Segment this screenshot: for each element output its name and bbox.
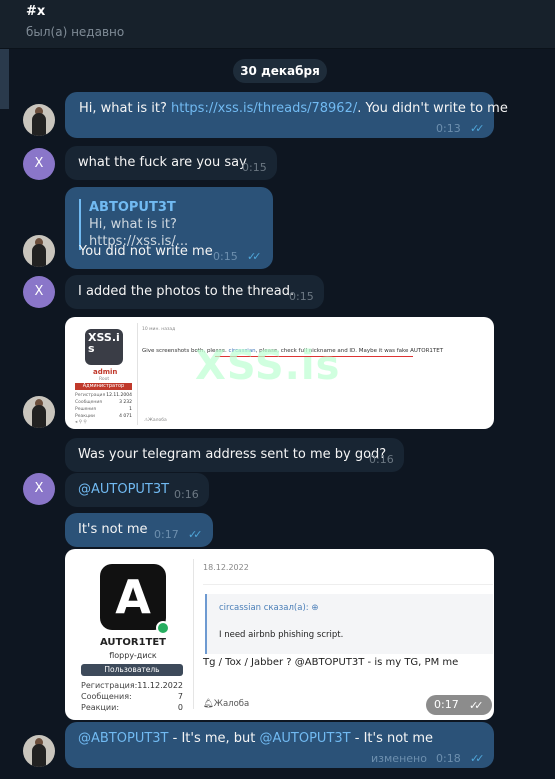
divider bbox=[193, 559, 194, 709]
profile-user-title: floppy-диск bbox=[109, 651, 157, 660]
watermark: XSS.is bbox=[195, 343, 341, 389]
thread-link[interactable]: https://xss.is/threads/78962/ bbox=[171, 101, 357, 116]
read-checkmarks-icon: ✓✓ bbox=[470, 122, 485, 135]
read-checkmarks-icon: ✓✓ bbox=[188, 528, 203, 541]
message-text: what the fuck are you say bbox=[78, 155, 247, 170]
admin-title: Root bbox=[99, 377, 110, 382]
share-icons: ◂ ⚲ ⚲ bbox=[75, 420, 87, 425]
arrow-up-icon: ⊕ bbox=[311, 603, 319, 613]
online-indicator bbox=[156, 621, 170, 635]
forum-logo-icon: XSS.is bbox=[85, 329, 123, 365]
quote-block: circassian сказал(а): ⊕ I need airbnb ph… bbox=[205, 594, 493, 654]
message-bubble-incoming[interactable]: @AUTOPUT3T 0:16 bbox=[65, 473, 209, 507]
date-separator: 30 декабря bbox=[233, 59, 327, 83]
message-bubble-outgoing[interactable]: @ABTOPUT3T - It's me, but @AUTOPUT3T - I… bbox=[65, 722, 494, 768]
profile-role-badge: Пользователь bbox=[81, 664, 183, 676]
chat-header[interactable]: #x был(а) недавно bbox=[0, 0, 555, 49]
mention-link[interactable]: @ABTOPUT3T bbox=[78, 731, 169, 746]
media-time-badge: 0:17 bbox=[426, 695, 492, 715]
chat-area[interactable]: 30 декабря Hi, what is it? https://xss.i… bbox=[0, 49, 555, 779]
self-avatar[interactable] bbox=[23, 104, 55, 136]
message-text: @ABTOPUT3T - It's me, but @AUTOPUT3T - I… bbox=[78, 731, 434, 746]
message-time: 0:15 bbox=[213, 250, 238, 263]
divider bbox=[203, 584, 493, 585]
contact-avatar[interactable]: X bbox=[23, 276, 55, 308]
message-time: 0:16 bbox=[369, 453, 394, 466]
message-bubble-incoming[interactable]: I added the photos to the thread. 0:15 bbox=[65, 275, 324, 309]
admin-username: admin bbox=[93, 368, 118, 376]
self-avatar[interactable] bbox=[23, 735, 55, 767]
message-time: 0:17 bbox=[154, 528, 179, 541]
message-text: Was your telegram address sent to me by … bbox=[78, 447, 387, 462]
profile-username: AUTOR1TET bbox=[100, 637, 167, 648]
reply-author: ABTOPUT3T bbox=[89, 200, 176, 215]
scrollbar-thumb[interactable] bbox=[0, 49, 9, 109]
contact-avatar[interactable]: X bbox=[23, 148, 55, 180]
divider bbox=[137, 323, 138, 425]
chat-status: был(а) недавно bbox=[26, 25, 125, 39]
message-bubble-incoming[interactable]: what the fuck are you say 0:15 bbox=[65, 146, 277, 180]
message-time: 0:18 bbox=[436, 752, 461, 765]
post-date: 18.12.2022 bbox=[203, 563, 249, 572]
edited-label: изменено bbox=[371, 752, 427, 765]
message-text: You did not write me bbox=[79, 244, 213, 259]
read-checkmarks-icon: ✓✓ bbox=[247, 250, 262, 263]
self-avatar[interactable] bbox=[23, 396, 55, 428]
admin-role-badge: Администратор bbox=[75, 383, 132, 390]
chat-title: #x bbox=[26, 4, 46, 19]
message-time: 0:13 bbox=[436, 122, 461, 135]
message-text: It's not me bbox=[78, 522, 148, 537]
quote-author: circassian сказал(а): ⊕ bbox=[219, 603, 319, 613]
message-bubble-outgoing[interactable]: It's not me 0:17 ✓✓ bbox=[65, 513, 213, 547]
post-time-ago: 10 мин. назад bbox=[142, 327, 176, 332]
message-bubble-outgoing[interactable]: ABTOPUT3T Hi, what is it? https://xss.is… bbox=[65, 187, 273, 269]
post-text: Tg / Tox / Jabber ? @ABTOPUT3T - is my T… bbox=[203, 657, 459, 668]
report-link[interactable]: ⚠Жалоба bbox=[144, 418, 167, 423]
message-time: 0:15 bbox=[289, 290, 314, 303]
screenshot-forum-autor1tet[interactable]: A AUTOR1TET floppy-диск Пользователь Рег… bbox=[65, 549, 494, 720]
bell-icon: 🔔︎ bbox=[203, 699, 214, 709]
mention-link[interactable]: @AUTOPUT3T bbox=[78, 481, 169, 498]
message-bubble-incoming[interactable]: Was your telegram address sent to me by … bbox=[65, 438, 404, 472]
message-text: I added the photos to the thread. bbox=[78, 284, 295, 299]
quote-text: I need airbnb phishing script. bbox=[219, 630, 344, 640]
mention-link[interactable]: @AUTOPUT3T bbox=[260, 731, 351, 746]
contact-avatar[interactable]: X bbox=[23, 473, 55, 505]
read-checkmarks-icon: ✓✓ bbox=[470, 752, 485, 765]
profile-logo-icon: A bbox=[100, 564, 166, 630]
report-link[interactable]: 🔔︎Жалоба bbox=[203, 699, 249, 709]
self-avatar[interactable] bbox=[23, 235, 55, 267]
message-time: 0:15 bbox=[242, 161, 267, 174]
read-checkmarks-icon: ✓✓ bbox=[469, 699, 484, 712]
message-text: Hi, what is it? https://xss.is/threads/7… bbox=[79, 101, 508, 116]
message-bubble-outgoing[interactable]: Hi, what is it? https://xss.is/threads/7… bbox=[65, 92, 508, 138]
message-time: 0:16 bbox=[174, 488, 199, 501]
